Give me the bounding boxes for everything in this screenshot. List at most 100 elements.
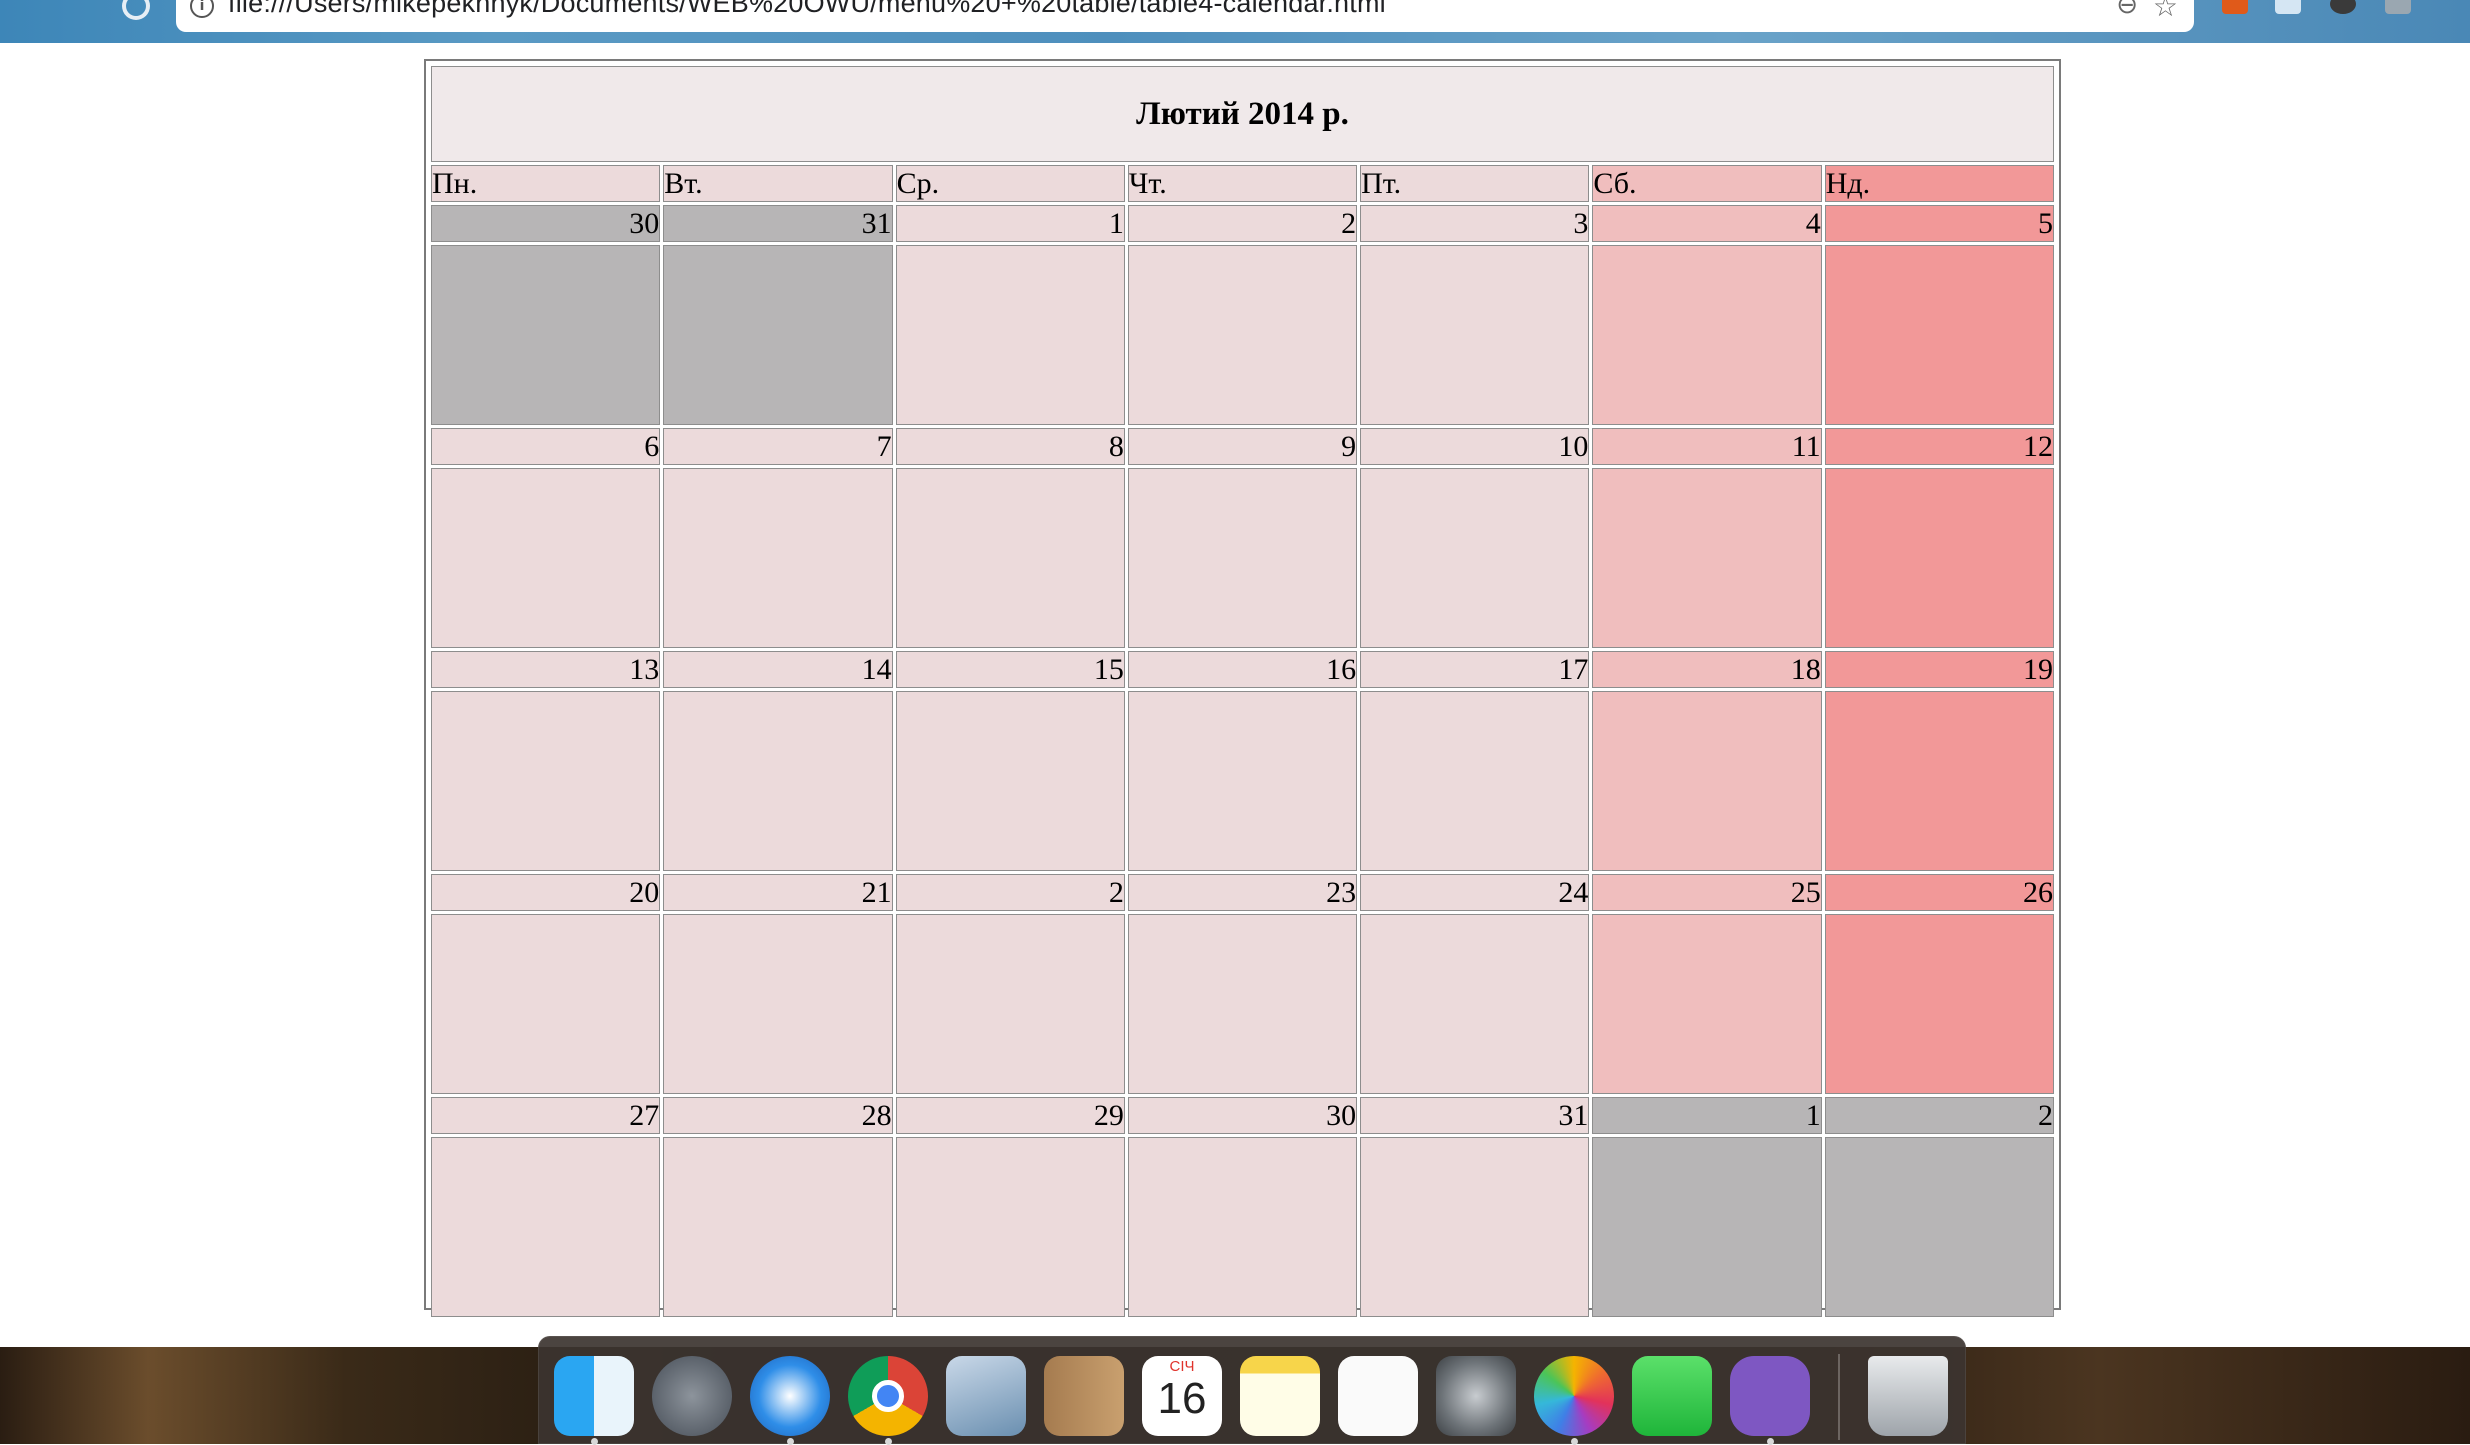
system-preferences-icon[interactable] [1436, 1356, 1516, 1436]
contacts-icon[interactable] [1044, 1356, 1124, 1436]
browser-toolbar: i file:///Users/mikepekhnyk/Documents/WE… [0, 0, 2470, 43]
day-number: 21 [663, 874, 893, 911]
day-cell [663, 245, 893, 425]
facetime-icon[interactable] [1632, 1356, 1712, 1436]
day-cell [431, 245, 661, 425]
weekday-sunday: Нд. [1824, 165, 2054, 202]
day-cell [1824, 691, 2054, 871]
day-number: 5 [1824, 205, 2054, 242]
finder-icon[interactable] [554, 1356, 634, 1436]
day-cell [1824, 468, 2054, 648]
weekday-friday: Пт. [1360, 165, 1590, 202]
calendar-icon-month: СІЧ [1169, 1358, 1195, 1375]
dock: СІЧ 16 [538, 1336, 1966, 1445]
day-number: 17 [1360, 651, 1590, 688]
week-body-row [431, 245, 2054, 425]
day-cell [1127, 691, 1358, 871]
day-cell [431, 1137, 661, 1317]
day-number: 19 [1824, 651, 2054, 688]
week-body-row [431, 1137, 2054, 1317]
safari-icon[interactable] [750, 1356, 830, 1436]
week-number-row: 20 21 2 23 24 25 26 [431, 874, 2054, 911]
weekday-wednesday: Ср. [895, 165, 1125, 202]
launchpad-icon[interactable] [652, 1356, 732, 1436]
calendar-icon-day: 16 [1157, 1374, 1207, 1423]
day-number: 15 [895, 651, 1125, 688]
calendar-table: Лютий 2014 р. Пн. Вт. Ср. Чт. Пт. Сб. Нд… [424, 59, 2061, 1317]
week-body-row [431, 468, 2054, 648]
day-number: 25 [1592, 874, 1822, 911]
weekday-saturday: Сб. [1592, 165, 1822, 202]
url-text[interactable]: file:///Users/mikepekhnyk/Documents/WEB%… [228, 0, 1386, 19]
day-number: 31 [663, 205, 893, 242]
day-number: 29 [895, 1097, 1125, 1134]
reminders-icon[interactable] [1338, 1356, 1418, 1436]
address-bar[interactable]: i file:///Users/mikepekhnyk/Documents/WE… [176, 0, 2194, 32]
day-number: 26 [1824, 874, 2054, 911]
day-number: 31 [1360, 1097, 1590, 1134]
day-cell [895, 691, 1125, 871]
day-number: 2 [1824, 1097, 2054, 1134]
zoom-out-icon[interactable]: ⊖ [2116, 0, 2138, 20]
day-cell [1824, 1137, 2054, 1317]
day-cell [1360, 1137, 1590, 1317]
day-number: 9 [1127, 428, 1358, 465]
weekday-tuesday: Вт. [663, 165, 893, 202]
extension-icon[interactable] [2222, 0, 2248, 14]
dock-separator [1838, 1354, 1840, 1440]
week-number-row: 30 31 1 2 3 4 5 [431, 205, 2054, 242]
extension-icon[interactable] [2385, 0, 2411, 14]
day-cell [663, 691, 893, 871]
photos-icon[interactable] [1534, 1356, 1614, 1436]
weekday-thursday: Чт. [1127, 165, 1358, 202]
mail-icon[interactable] [946, 1356, 1026, 1436]
day-number: 2 [895, 874, 1125, 911]
day-number: 28 [663, 1097, 893, 1134]
day-cell [895, 468, 1125, 648]
info-icon[interactable]: i [190, 0, 214, 18]
day-cell [1592, 468, 1822, 648]
day-cell [663, 1137, 893, 1317]
day-number: 1 [1592, 1097, 1822, 1134]
day-cell [1127, 468, 1358, 648]
extension-icon[interactable] [2275, 0, 2301, 14]
week-body-row [431, 914, 2054, 1094]
calendar-title: Лютий 2014 р. [431, 66, 2054, 162]
day-cell [1824, 245, 2054, 425]
day-cell [1360, 691, 1590, 871]
day-number: 16 [1127, 651, 1358, 688]
reload-icon[interactable] [122, 0, 150, 20]
week-number-row: 13 14 15 16 17 18 19 [431, 651, 2054, 688]
day-number: 3 [1360, 205, 1590, 242]
day-number: 7 [663, 428, 893, 465]
day-cell [1360, 914, 1590, 1094]
day-cell [663, 468, 893, 648]
bookmark-star-icon[interactable]: ☆ [2153, 0, 2178, 23]
day-number: 13 [431, 651, 661, 688]
trash-icon[interactable] [1868, 1356, 1948, 1436]
day-cell [1592, 914, 1822, 1094]
day-cell [1592, 245, 1822, 425]
week-number-row: 27 28 29 30 31 1 2 [431, 1097, 2054, 1134]
day-cell [1360, 468, 1590, 648]
day-number: 6 [431, 428, 661, 465]
day-number: 27 [431, 1097, 661, 1134]
day-cell [1127, 914, 1358, 1094]
day-number: 12 [1824, 428, 2054, 465]
day-cell [431, 691, 661, 871]
extension-icon[interactable] [2330, 0, 2356, 14]
day-number: 30 [431, 205, 661, 242]
day-number: 2 [1127, 205, 1358, 242]
day-cell [1127, 245, 1358, 425]
day-cell [1824, 914, 2054, 1094]
calendar-icon[interactable]: СІЧ 16 [1142, 1356, 1222, 1436]
day-number: 23 [1127, 874, 1358, 911]
weekday-header-row: Пн. Вт. Ср. Чт. Пт. Сб. Нд. [431, 165, 2054, 202]
viber-icon[interactable] [1730, 1356, 1810, 1436]
notes-icon[interactable] [1240, 1356, 1320, 1436]
day-cell [1592, 691, 1822, 871]
chrome-icon[interactable] [848, 1356, 928, 1436]
day-cell [663, 914, 893, 1094]
day-cell [895, 914, 1125, 1094]
day-number: 14 [663, 651, 893, 688]
